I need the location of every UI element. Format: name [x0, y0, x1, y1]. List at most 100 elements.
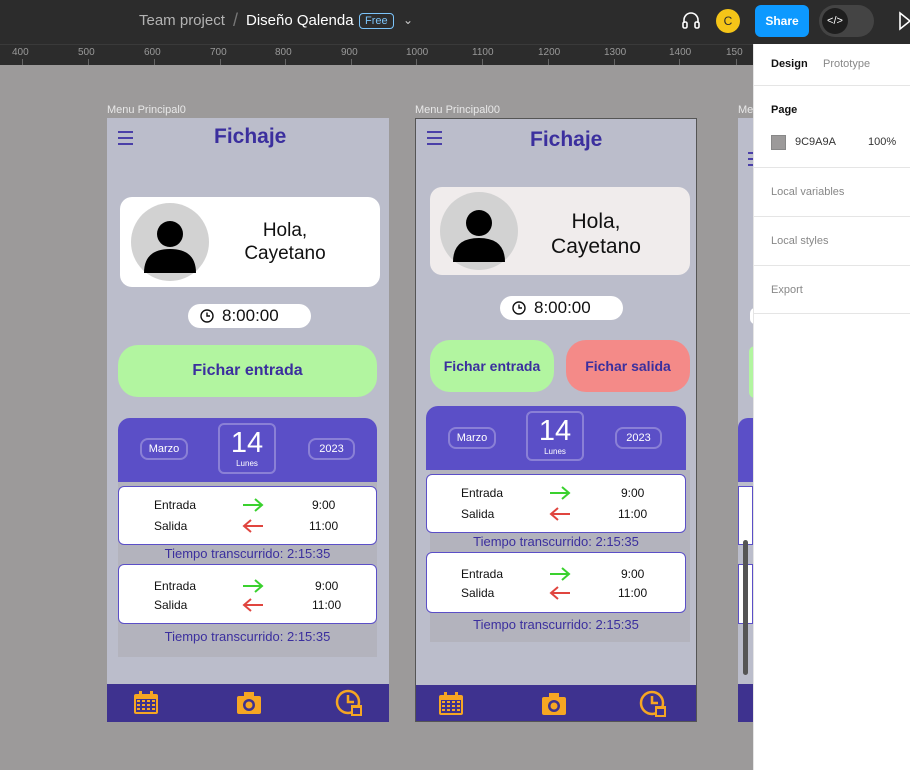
- ruler-label: 700: [210, 47, 227, 58]
- local-styles-section[interactable]: Local styles: [754, 216, 910, 265]
- ruler-label: 500: [78, 47, 95, 58]
- camera-icon[interactable]: [235, 689, 263, 722]
- export-section[interactable]: Export: [754, 265, 910, 314]
- project-name[interactable]: Team project: [139, 12, 225, 29]
- ruler-label: 1400: [669, 47, 692, 58]
- frame-label[interactable]: Me: [738, 104, 753, 116]
- canvas-scrollbar[interactable]: [743, 540, 748, 675]
- ruler-label: 1000: [406, 47, 429, 58]
- clock-calendar-icon[interactable]: [639, 690, 667, 721]
- ruler-label: 400: [12, 47, 29, 58]
- user-avatar-icon: [131, 203, 209, 281]
- plan-badge: Free: [359, 13, 394, 29]
- greeting-line: Hola,: [571, 210, 621, 233]
- entry-out-time: 11:00: [309, 519, 339, 533]
- dev-mode-toggle[interactable]: </>: [819, 5, 874, 37]
- fichar-salida-button[interactable]: Fichar salida: [566, 340, 690, 392]
- arrow-left-icon: [241, 518, 265, 539]
- ruler-tick: [679, 59, 680, 65]
- frame-menu-principal-0[interactable]: Fichaje Hola, Cayetano 8:00:00 Fichar en…: [107, 118, 389, 722]
- year-selector[interactable]: 2023: [615, 427, 662, 449]
- calendar-icon[interactable]: [133, 691, 159, 720]
- ruler-label: 1100: [472, 47, 494, 58]
- entry-in-label: Entrada: [154, 579, 197, 593]
- properties-panel: Design Prototype Page 9C9A9A 100% Local …: [753, 44, 910, 770]
- entry-in-time: 9:00: [621, 567, 645, 581]
- export-label[interactable]: Export: [771, 284, 803, 296]
- greeting-card: Hola, Cayetano: [430, 187, 690, 275]
- clock-time: 8:00:00: [534, 298, 591, 317]
- tab-prototype[interactable]: Prototype: [823, 58, 870, 70]
- entry-card[interactable]: Entrada 9:00 Salida 11:00: [426, 552, 686, 613]
- ruler-tick: [285, 59, 286, 65]
- greeting-text: Hola, Cayetano: [541, 209, 651, 259]
- ruler-tick: [736, 59, 737, 65]
- hamburger-menu-icon[interactable]: [118, 131, 133, 149]
- arrow-left-icon: [548, 506, 572, 527]
- weekday: Lunes: [544, 447, 566, 456]
- entry-out-time: 11:00: [618, 586, 648, 600]
- tab-design[interactable]: Design: [771, 58, 808, 70]
- file-name[interactable]: Diseño Qalenda: [246, 12, 354, 29]
- toolbar: Team project / Diseño Qalenda Free ⌄ C S…: [0, 0, 910, 44]
- entry-in-time: 9:00: [312, 498, 336, 512]
- month-selector[interactable]: Marzo: [140, 438, 188, 460]
- ruler-tick: [482, 59, 483, 65]
- page-color-value[interactable]: 9C9A9A: [795, 136, 836, 148]
- calendar-icon[interactable]: [438, 692, 464, 721]
- entry-card[interactable]: Entrada 9:00 Salida 11:00: [426, 474, 686, 533]
- page-heading: Page: [771, 104, 798, 116]
- hamburger-menu-icon[interactable]: [427, 131, 442, 149]
- frame-label[interactable]: Menu Principal0: [107, 104, 186, 116]
- ruler-label: 150: [726, 47, 743, 58]
- entry-in-label: Entrada: [461, 567, 504, 581]
- camera-icon[interactable]: [540, 690, 568, 721]
- arrow-right-icon: [241, 497, 265, 518]
- ruler-label: 600: [144, 47, 161, 58]
- play-icon[interactable]: [898, 11, 910, 36]
- page-color-swatch[interactable]: [771, 135, 786, 150]
- frame-menu-principal-00[interactable]: Fichaje Hola, Cayetano 8:00:00 Fichar en…: [415, 118, 697, 722]
- page-opacity[interactable]: 100%: [868, 136, 896, 148]
- date-bar: Marzo 14 Lunes 2023: [426, 406, 686, 470]
- entry-out-label: Salida: [154, 598, 188, 612]
- greeting-name: Cayetano: [244, 243, 326, 264]
- clock-calendar-icon[interactable]: [335, 689, 363, 722]
- local-variables-section[interactable]: Local variables: [754, 167, 910, 216]
- local-styles-label[interactable]: Local styles: [771, 235, 828, 247]
- elapsed-time: Tiempo transcurrido: 2:15:35: [164, 629, 331, 644]
- entry-in-time: 9:00: [315, 579, 339, 593]
- headphones-icon[interactable]: [681, 10, 701, 35]
- ruler-tick: [614, 59, 615, 65]
- entry-in-label: Entrada: [461, 486, 504, 500]
- clock-time: 8:00:00: [222, 306, 279, 325]
- bottom-nav: [107, 684, 389, 722]
- arrow-left-icon: [241, 597, 265, 618]
- user-avatar[interactable]: C: [716, 9, 740, 33]
- month-selector[interactable]: Marzo: [448, 427, 496, 449]
- ruler-label: 1200: [538, 47, 561, 58]
- day-number: 14: [230, 427, 264, 459]
- local-variables-label[interactable]: Local variables: [771, 186, 844, 198]
- entry-in-label: Entrada: [154, 498, 197, 512]
- ruler-tick: [416, 59, 417, 65]
- weekday: Lunes: [236, 459, 258, 468]
- user-avatar-icon: [440, 192, 518, 270]
- day-selector[interactable]: 14 Lunes: [526, 411, 584, 461]
- breadcrumb-separator: /: [233, 10, 239, 30]
- entry-out-label: Salida: [154, 519, 188, 533]
- horizontal-ruler: 400 500 600 700 800 900 1000 1100 1200 1300 1400 15…: [0, 44, 753, 65]
- year-selector[interactable]: 2023: [308, 438, 355, 460]
- greeting-text: Hola, Cayetano: [230, 219, 340, 265]
- frame-label[interactable]: Menu Principal00: [415, 104, 500, 116]
- elapsed-time: Tiempo transcurrido: 2:15:35: [164, 546, 331, 561]
- entry-card[interactable]: Entrada 9:00 Salida 11:00: [118, 486, 377, 545]
- fichar-entrada-button[interactable]: Fichar entrada: [430, 340, 554, 392]
- chevron-down-icon[interactable]: ⌄: [403, 13, 413, 27]
- day-selector[interactable]: 14 Lunes: [218, 423, 276, 474]
- fichar-entrada-button[interactable]: Fichar entrada: [118, 345, 377, 397]
- entry-out-time: 11:00: [618, 507, 648, 521]
- arrow-right-icon: [241, 578, 265, 599]
- entry-card[interactable]: Entrada 9:00 Salida 11:00: [118, 564, 377, 624]
- share-button[interactable]: Share: [755, 5, 809, 37]
